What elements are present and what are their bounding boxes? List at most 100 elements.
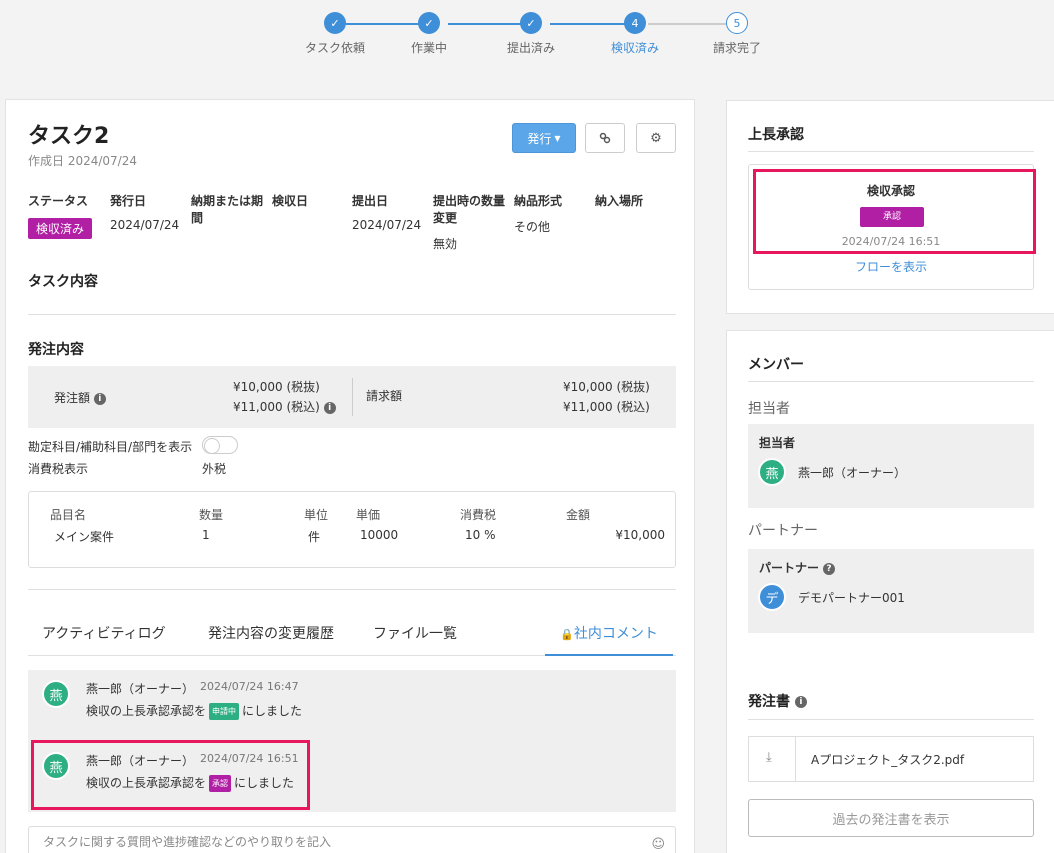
highlight-box (753, 169, 1036, 254)
show-flow-link[interactable]: フローを表示 (748, 258, 1034, 275)
link-icon (599, 132, 611, 144)
past-orders-button[interactable]: 過去の発注書を表示 (748, 799, 1034, 837)
highlight-box (31, 740, 310, 810)
check-icon: ✓ (418, 12, 440, 34)
progress-stepper: ✓ タスク依頼 ✓ 作業中 ✓ 提出済み 4 検収済み 5 請求完了 (290, 12, 770, 62)
comment-body: 検収の上長承認承認を 申請中 にしました (86, 703, 303, 720)
approval-card: 上長承認 検収承認 承認 2024/07/24 16:51 フローを表示 (726, 100, 1054, 314)
page-title: タスク2 (28, 124, 110, 149)
tab-activity-log[interactable]: アクティビティログ (42, 620, 166, 656)
account-toggle[interactable] (202, 436, 238, 454)
info-icon[interactable]: i (93, 392, 106, 405)
col-header: 数量 (199, 508, 224, 522)
approval-heading: 上長承認 (748, 127, 804, 143)
avatar: 燕 (42, 680, 70, 708)
item-name: メイン案件 (54, 530, 115, 544)
issue-date-value: 2024/07/24 (110, 218, 180, 232)
divider (748, 719, 1034, 720)
step-3: ✓ 提出済み (486, 12, 576, 56)
settings-button[interactable]: ⚙ (636, 123, 676, 153)
tab-change-history[interactable]: 発注内容の変更履歴 (208, 620, 334, 656)
step-label: 作業中 (410, 41, 447, 55)
order-content-heading: 発注内容 (28, 342, 84, 358)
assignee-section-heading: 担当者 (748, 401, 790, 417)
members-card: メンバー 担当者 担当者 燕 燕一郎（オーナー） パートナー パートナー? デ … (726, 330, 1054, 853)
purchase-order-heading: 発注書 i (748, 691, 807, 711)
link-button[interactable] (585, 123, 625, 153)
invoice-amount-in: ¥11,000 (税込) (563, 400, 650, 414)
avatar: デ (758, 583, 786, 611)
step-5: 5 請求完了 (692, 12, 782, 56)
status-value: 検収済み (28, 218, 93, 239)
step-label: 請求完了 (712, 41, 761, 55)
task-detail-card: タスク2 作成日 2024/07/24 発行 ▼ ⚙ ステータス 検収済み 発行… (5, 99, 695, 853)
tab-file-list[interactable]: ファイル一覧 (373, 620, 457, 656)
divider (748, 151, 1034, 152)
submit-date-value: 2024/07/24 (352, 218, 422, 232)
info-icon[interactable]: i (794, 696, 807, 708)
comment-input-box[interactable]: ☺ (28, 826, 676, 853)
status-badge: 検収済み (28, 218, 93, 239)
step-label: 検収済み (610, 41, 659, 55)
col-header: 品目名 (50, 508, 87, 522)
assignee-name: 燕一郎（オーナー） (798, 466, 907, 480)
partner-name: デモパートナー001 (798, 591, 905, 605)
item-price: 10000 (360, 528, 399, 542)
qty-change-value: 無効 (433, 237, 458, 251)
step-number: 4 (624, 12, 646, 34)
comment-input[interactable] (43, 835, 643, 849)
issue-button[interactable]: 発行 ▼ (512, 123, 576, 153)
divider (28, 589, 676, 590)
info-icon[interactable]: i (323, 401, 336, 414)
chevron-down-icon: ▼ (554, 133, 561, 143)
item-unit: 件 (308, 530, 321, 544)
col-header: 消費税 (460, 508, 497, 522)
qty-change-header: 提出時の数量変更 (433, 194, 506, 225)
file-name: Aプロジェクト_タスク2.pdf (811, 753, 965, 767)
avatar: 燕 (758, 458, 786, 486)
step-label: タスク依頼 (304, 41, 365, 55)
order-amount-label: 発注額 i (54, 389, 106, 406)
delivery-format-header: 納品形式 (514, 194, 563, 208)
step-2: ✓ 作業中 (384, 12, 474, 56)
order-amount-in: ¥11,000 (税込) i (233, 398, 336, 415)
created-date: 作成日 2024/07/24 (28, 154, 137, 168)
col-header: 金額 (566, 508, 591, 522)
partner-box-heading: パートナー? (759, 559, 836, 576)
emoji-icon[interactable]: ☺ (651, 837, 665, 852)
step-4: 4 検収済み (590, 12, 680, 56)
check-icon: ✓ (520, 12, 542, 34)
item-amount: ¥10,000 (615, 528, 665, 542)
tax-display-label: 消費税表示 (28, 462, 89, 476)
members-heading: メンバー (748, 357, 804, 373)
divider (28, 314, 676, 315)
delivery-place-header: 納入場所 (595, 194, 644, 208)
status-header: ステータス (28, 194, 89, 208)
partner-section-heading: パートナー (748, 523, 818, 539)
step-number: 5 (726, 12, 748, 34)
assignee-box: 担当者 燕 燕一郎（オーナー） (748, 424, 1034, 508)
divider (795, 737, 796, 781)
purchase-order-file[interactable]: ⤓ Aプロジェクト_タスク2.pdf (748, 736, 1034, 782)
assignee-box-heading: 担当者 (759, 436, 796, 450)
account-toggle-label: 勘定科目/補助科目/部門を表示 (28, 440, 193, 454)
status-badge: 申請中 (209, 703, 240, 720)
tab-internal-comments[interactable]: 🔒社内コメント (545, 620, 673, 656)
help-icon[interactable]: ? (823, 562, 836, 575)
gear-icon: ⚙ (650, 130, 662, 146)
comment-time: 2024/07/24 16:47 (200, 680, 299, 693)
submit-date-header: 提出日 (352, 194, 389, 208)
items-table: 品目名 数量 単位 単価 消費税 金額 メイン案件 1 件 10000 10 %… (28, 491, 676, 568)
issue-date-header: 発行日 (110, 194, 147, 208)
tab-label: 社内コメント (573, 626, 658, 642)
col-header: 単位 (304, 508, 329, 522)
item-tax: 10 % (465, 528, 496, 542)
tax-display-value: 外税 (202, 462, 227, 476)
issue-button-label: 発行 (527, 131, 552, 146)
partner-box: パートナー? デ デモパートナー001 (748, 549, 1034, 633)
check-icon: ✓ (324, 12, 346, 34)
lock-icon: 🔒 (560, 628, 574, 641)
download-icon[interactable]: ⤓ (766, 750, 772, 765)
col-header: 単価 (356, 508, 381, 522)
step-1: ✓ タスク依頼 (290, 12, 380, 56)
